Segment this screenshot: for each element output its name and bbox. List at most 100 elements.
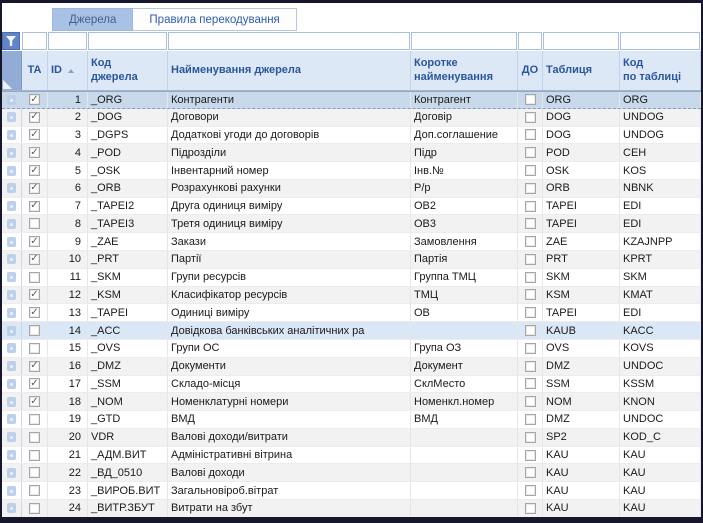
column-header-id[interactable]: ID — [48, 51, 88, 90]
row-marker-icon — [7, 414, 16, 425]
do-checkbox[interactable] — [524, 485, 536, 497]
table-row[interactable]: 1 _ORG Контрагенти Контрагент ORG ORG — [2, 91, 701, 109]
ta-checkbox[interactable] — [29, 396, 40, 408]
do-checkbox[interactable] — [524, 325, 536, 337]
do-checkbox[interactable] — [524, 271, 536, 283]
ta-checkbox[interactable] — [29, 413, 40, 425]
do-checkbox[interactable] — [524, 236, 536, 248]
ta-checkbox[interactable] — [29, 200, 40, 212]
do-checkbox[interactable] — [524, 467, 536, 479]
ta-checkbox[interactable] — [29, 289, 40, 301]
filter-cell-table[interactable] — [543, 32, 619, 50]
column-header-ta[interactable]: TA — [22, 51, 48, 90]
ta-checkbox[interactable] — [29, 165, 40, 177]
table-row[interactable]: 22 _ВД_0510 Валові доходи KAU KAU — [2, 464, 701, 483]
row-marker-cell — [2, 162, 22, 179]
do-checkbox-cell — [518, 162, 543, 179]
do-checkbox[interactable] — [524, 253, 536, 265]
table-row[interactable]: 23 _ВИРОБ.ВИТ Загальновіроб.вітрат KAU K… — [2, 482, 701, 500]
do-checkbox[interactable] — [524, 413, 536, 425]
ta-checkbox[interactable] — [29, 431, 40, 443]
ta-checkbox[interactable] — [29, 449, 40, 461]
table-row[interactable]: 3 _DGPS Додаткові угоди до договорів Доп… — [2, 126, 701, 145]
ta-checkbox[interactable] — [29, 253, 40, 265]
filter-cell-id[interactable] — [48, 32, 87, 50]
do-checkbox[interactable] — [524, 342, 536, 354]
table-row[interactable]: 15 _OVS Групи ОС Група ОЗ OVS KOVS — [2, 339, 701, 358]
ta-checkbox[interactable] — [29, 467, 40, 479]
table-row[interactable]: 8 _TAPEI3 Третя одиниця виміру ОВ3 TAPEI… — [2, 215, 701, 234]
table-row[interactable]: 2 _DOG Договори Договір DOG UNDOG — [2, 108, 701, 127]
short-name-cell: ОВ2 — [411, 197, 518, 215]
do-checkbox[interactable] — [524, 307, 536, 319]
table-row[interactable]: 21 _АДМ.ВИТ Адміністративні вітрина KAU … — [2, 446, 701, 465]
select-all-corner[interactable] — [2, 51, 22, 90]
ta-checkbox[interactable] — [29, 342, 40, 354]
ta-checkbox[interactable] — [29, 236, 40, 248]
filter-cell-table-code[interactable] — [620, 32, 700, 50]
do-checkbox[interactable] — [524, 129, 536, 141]
ta-checkbox[interactable] — [29, 218, 40, 230]
table-row[interactable]: 9 _ZAE Закази Замовлення ZAE KZAJNPP — [2, 233, 701, 252]
do-checkbox[interactable] — [524, 431, 536, 443]
filter-cell-ta[interactable] — [22, 32, 47, 50]
column-header-do[interactable]: ДО — [518, 51, 543, 90]
tab-sources[interactable]: Джерела — [52, 8, 134, 31]
ta-checkbox[interactable] — [29, 271, 40, 283]
ta-checkbox[interactable] — [29, 182, 40, 194]
column-header-code[interactable]: Код джерела — [88, 51, 168, 90]
table-row[interactable]: 16 _DMZ Документи Документ DMZ UNDOC — [2, 357, 701, 376]
do-checkbox[interactable] — [524, 165, 536, 177]
table-row[interactable]: 17 _SSM Складо-місця СклМесто SSM KSSM — [2, 375, 701, 394]
table-row[interactable]: 20 VDR Валові доходи/витрати SP2 KOD_C — [2, 428, 701, 447]
table-row[interactable]: 6 _ORB Розрахункові рахунки Р/р ORB NBNK — [2, 179, 701, 198]
do-checkbox[interactable] — [524, 147, 536, 159]
ta-checkbox[interactable] — [29, 129, 40, 141]
table-row[interactable]: 24 _ВИТР.ЗБУТ Витрати на збут KAU KAU — [2, 499, 701, 517]
table-row[interactable]: 13 _TAPEI Одиниці виміру ОВ TAPEI EDI — [2, 304, 701, 323]
do-checkbox[interactable] — [524, 502, 536, 514]
tab-recode-rules[interactable]: Правила перекодування — [133, 8, 297, 31]
filter-cell-name[interactable] — [168, 32, 410, 50]
table-row[interactable]: 14 _ACC Довідкова банківських аналітични… — [2, 322, 701, 340]
column-header-short-name[interactable]: Коротке найменування — [411, 51, 518, 90]
ta-checkbox[interactable] — [29, 147, 40, 159]
ta-checkbox[interactable] — [29, 94, 40, 106]
column-header-table-code[interactable]: Код по таблиці — [620, 51, 701, 90]
ta-checkbox[interactable] — [29, 307, 40, 319]
do-checkbox[interactable] — [524, 200, 536, 212]
ta-checkbox[interactable] — [29, 360, 40, 372]
do-checkbox[interactable] — [524, 94, 536, 106]
do-checkbox[interactable] — [524, 289, 536, 301]
do-checkbox[interactable] — [524, 218, 536, 230]
do-checkbox[interactable] — [524, 449, 536, 461]
table-row[interactable]: 10 _PRT Партії Партія PRT KPRT — [2, 251, 701, 269]
table-code-cell: KZAJNPP — [620, 233, 701, 251]
do-checkbox[interactable] — [524, 182, 536, 194]
table-row[interactable]: 5 _OSK Інвентарний номер Інв.№ OSK KOS — [2, 162, 701, 180]
filter-button[interactable] — [2, 32, 20, 50]
ta-checkbox[interactable] — [29, 378, 40, 390]
table-row[interactable]: 19 _GTD ВМД ВМД DMZ UNDOC — [2, 411, 701, 429]
ta-checkbox-cell — [22, 357, 48, 375]
do-checkbox[interactable] — [524, 360, 536, 372]
filter-cell-short-name[interactable] — [411, 32, 517, 50]
table-row[interactable]: 12 _KSM Класифікатор ресурсів ТМЦ KSM KM… — [2, 286, 701, 305]
column-header-table[interactable]: Таблиця — [543, 51, 620, 90]
ta-checkbox[interactable] — [29, 485, 40, 497]
do-checkbox[interactable] — [524, 111, 536, 123]
table-row[interactable]: 18 _NOM Номенклатурні номери Номенкл.ном… — [2, 393, 701, 412]
table-row[interactable]: 4 _POD Підрозділи Підр POD CEH — [2, 144, 701, 163]
table-cell: DOG — [543, 108, 620, 126]
table-row[interactable]: 11 _SKM Групи ресурсів Группа ТМЦ SKM SK… — [2, 268, 701, 287]
column-header-name[interactable]: Найменування джерела — [168, 51, 411, 90]
ta-checkbox[interactable] — [29, 111, 40, 123]
do-checkbox[interactable] — [524, 378, 536, 390]
filter-cell-do[interactable] — [518, 32, 542, 50]
do-checkbox[interactable] — [524, 396, 536, 408]
table-row[interactable]: 7 _TAPEI2 Друга одиниця виміру ОВ2 TAPEI… — [2, 197, 701, 216]
ta-checkbox[interactable] — [29, 502, 40, 514]
ta-checkbox[interactable] — [29, 325, 40, 337]
source-name-cell: Витрати на збут — [168, 499, 411, 517]
filter-cell-code[interactable] — [88, 32, 167, 50]
